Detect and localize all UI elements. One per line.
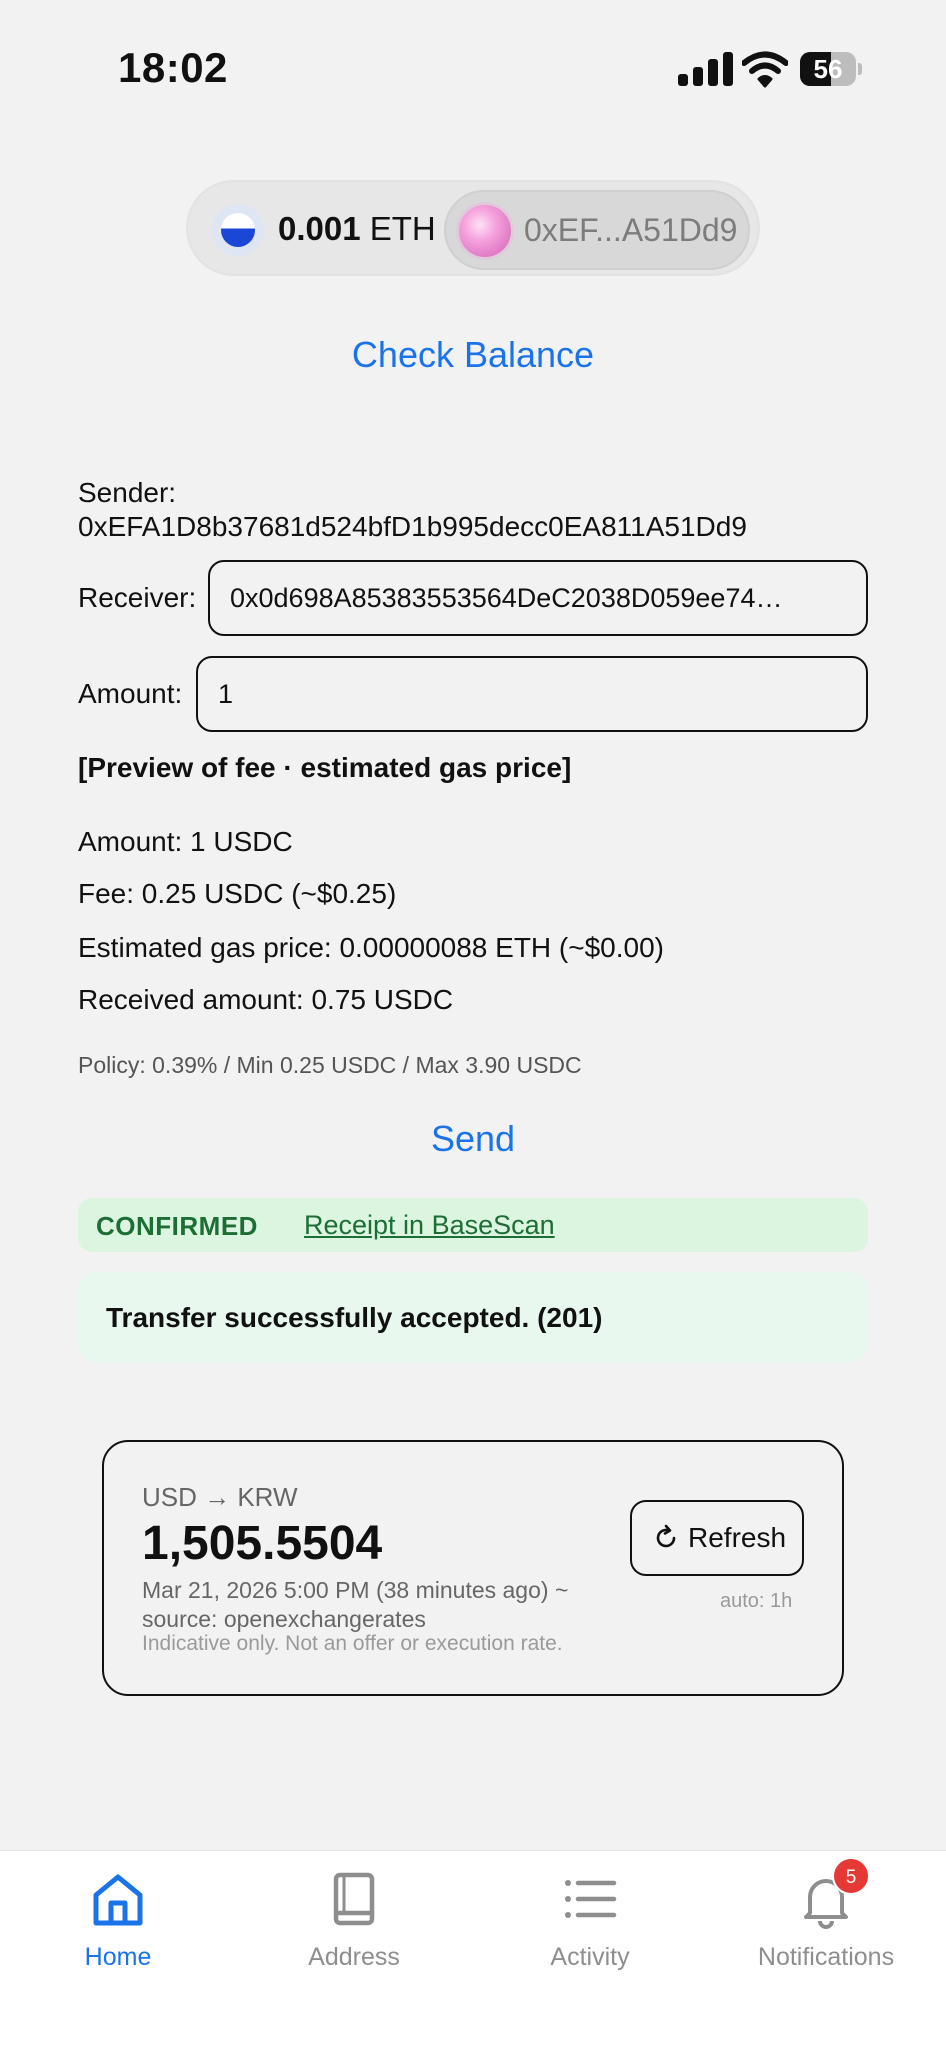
eth-balance: 0.001 ETH [278, 210, 436, 248]
eth-balance-value: 0.001 [278, 210, 361, 247]
battery-percent: 56 [813, 54, 843, 84]
success-message: Transfer successfully accepted. (201) [106, 1302, 603, 1333]
tab-notifications-label: Notifications [757, 1943, 895, 1971]
wallet-connect-pill[interactable]: 0.001 ETH 0xEF...A51Dd9 [186, 180, 760, 276]
wifi-icon [742, 51, 788, 88]
preview-amount: Amount: 1 USDC [78, 826, 293, 857]
book-icon [333, 1872, 375, 1926]
status-bar: 18:02 56 [0, 0, 946, 140]
tab-home-label: Home [84, 1943, 152, 1971]
notification-count-badge: 5 [832, 1857, 870, 1895]
sender-address: 0xEFA1D8b37681d524bfD1b995decc0EA811A51D… [78, 511, 747, 542]
tab-notifications[interactable]: 5 Notifications [708, 1851, 944, 2011]
sender-block: Sender: 0xEFA1D8b37681d524bfD1b995decc0E… [78, 476, 747, 544]
home-icon [93, 1874, 143, 1926]
confirmation-bar: CONFIRMED Receipt in BaseScan [78, 1198, 868, 1252]
tab-activity[interactable]: Activity [472, 1851, 708, 2011]
bottom-tab-bar: Home Address Activity 5 Notifications [0, 1850, 946, 2048]
success-message-box: Transfer successfully accepted. (201) [78, 1272, 868, 1362]
app-screen: 18:02 56 0.001 ETH 0xEF...A51Dd9 Check B… [0, 0, 946, 2048]
amount-label: Amount: [78, 678, 183, 709]
eth-balance-unit: ETH [369, 210, 436, 247]
currency-pair: USD → KRW [142, 1482, 298, 1512]
refresh-label: Refresh [688, 1522, 787, 1553]
account-avatar-icon [456, 202, 514, 260]
status-time: 18:02 [118, 44, 228, 91]
rate-timestamp-source: Mar 21, 2026 5:00 PM (38 minutes ago) ~ … [142, 1577, 569, 1632]
preview-gas-price: Estimated gas price: 0.00000088 ETH (~$0… [78, 932, 665, 963]
cellular-signal-icon [678, 52, 736, 86]
fee-policy: Policy: 0.39% / Min 0.25 USDC / Max 3.90… [78, 1052, 582, 1078]
receiver-input[interactable]: 0x0d698A85383553564DeC2038D059ee74… [208, 560, 868, 636]
rate-disclaimer: Indicative only. Not an offer or executi… [142, 1632, 563, 1655]
fee-preview-title: [Preview of fee · estimated gas price] [78, 752, 572, 783]
send-button[interactable]: Send [0, 1118, 946, 1160]
tab-activity-label: Activity [550, 1943, 630, 1971]
tab-address-label: Address [308, 1943, 400, 1971]
check-balance-button[interactable]: Check Balance [0, 334, 946, 376]
auto-refresh-interval: auto: 1h [720, 1590, 793, 1612]
account-button[interactable]: 0xEF...A51Dd9 [444, 190, 750, 270]
battery-icon: 56 [800, 52, 862, 86]
tab-address[interactable]: Address [236, 1851, 472, 2011]
exchange-rate-card: USD → KRW 1,505.5504 Mar 21, 2026 5:00 P… [102, 1440, 844, 1696]
basescan-receipt-link[interactable]: Receipt in BaseScan [304, 1210, 555, 1241]
refresh-icon [656, 1524, 676, 1548]
account-address: 0xEF...A51Dd9 [524, 212, 738, 248]
status-badge: CONFIRMED [96, 1211, 258, 1241]
exchange-rate-value: 1,505.5504 [142, 1517, 383, 1570]
preview-fee: Fee: 0.25 USDC (~$0.25) [78, 878, 397, 909]
list-icon [565, 1880, 617, 1918]
receiver-label: Receiver: [78, 582, 197, 613]
preview-received-amount: Received amount: 0.75 USDC [78, 984, 454, 1015]
eth-token-icon [212, 204, 264, 256]
sender-label: Sender: [78, 477, 177, 508]
refresh-rate-button[interactable]: Refresh [630, 1500, 804, 1576]
amount-input[interactable]: 1 [196, 656, 868, 732]
tab-home[interactable]: Home [0, 1851, 236, 2011]
